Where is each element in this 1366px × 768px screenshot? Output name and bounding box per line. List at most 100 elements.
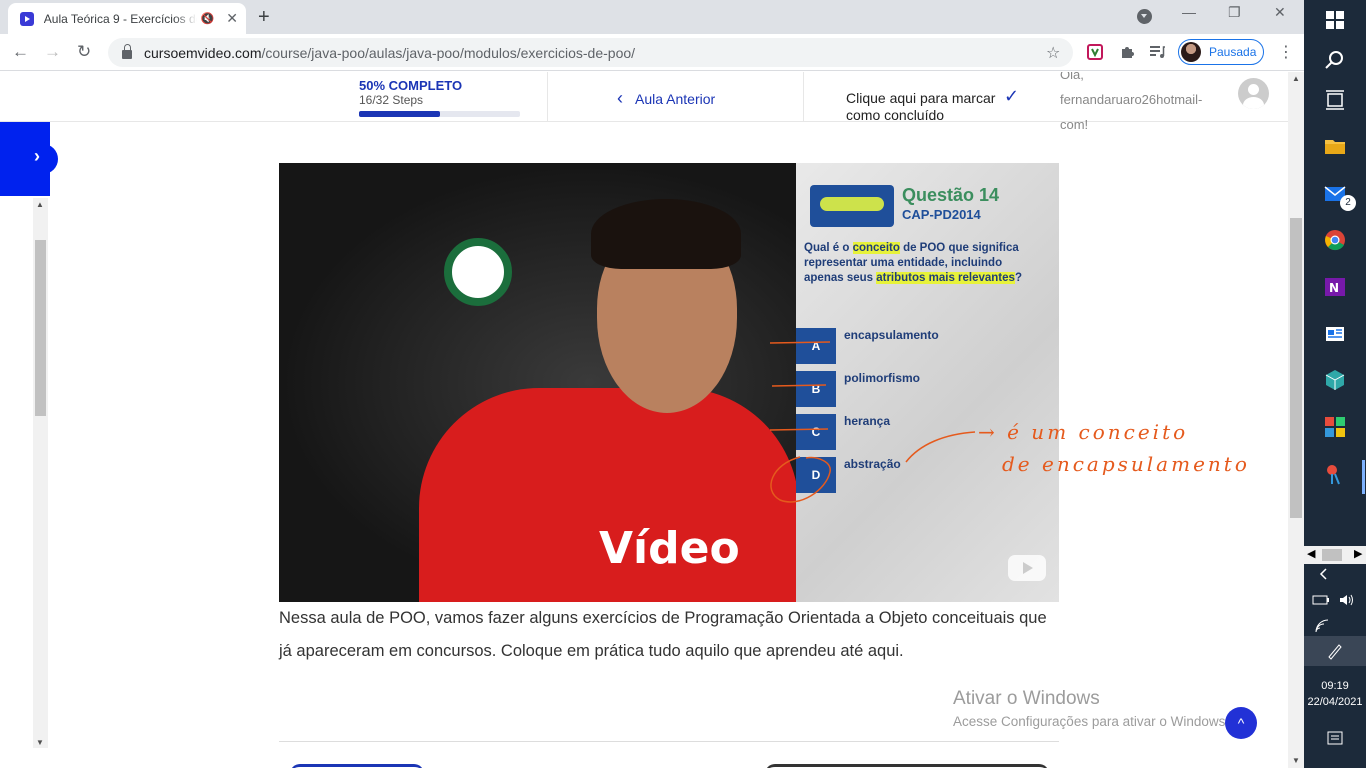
- presenter-hair: [591, 199, 741, 269]
- windows-taskbar: 2 N 09:19 22/04/2021: [1304, 0, 1366, 768]
- handwritten-note: → é um conceito de encapsulamento: [978, 416, 1250, 480]
- profile-avatar: [1181, 42, 1201, 62]
- sidebar-toggle-tab: [40, 144, 58, 174]
- user-avatar[interactable]: [1238, 78, 1269, 109]
- course-progress: 50% COMPLETO 16/32 Steps: [359, 78, 520, 117]
- youtube-logo-icon[interactable]: [1008, 555, 1046, 581]
- option-text: herança: [844, 414, 891, 428]
- windows-start-icon[interactable]: [1323, 8, 1347, 32]
- page-scrollbar[interactable]: ▲ ▼: [1288, 72, 1304, 768]
- file-explorer-icon[interactable]: [1323, 134, 1347, 158]
- answer-option: B polimorfismo: [796, 371, 1059, 407]
- url-text[interactable]: cursoemvideo.com/course/java-poo/aulas/j…: [144, 45, 635, 61]
- pen-workspace-button[interactable]: [1304, 636, 1366, 666]
- restore-button[interactable]: ❐: [1228, 4, 1241, 21]
- back-to-top-button[interactable]: ^: [1225, 707, 1257, 739]
- office-icon[interactable]: [1323, 415, 1347, 439]
- progress-steps-label: 16/32 Steps: [359, 93, 424, 107]
- battery-icon[interactable]: [1312, 592, 1330, 608]
- clock-time[interactable]: 09:19: [1304, 680, 1366, 692]
- reload-button[interactable]: ↻: [77, 42, 91, 62]
- url-path: /course/java-poo/aulas/java-poo/modulos/…: [261, 44, 636, 61]
- extension-shield-icon[interactable]: [1087, 44, 1103, 60]
- speaker-mute-icon[interactable]: 🔇: [201, 12, 215, 25]
- option-text: encapsulamento: [844, 328, 939, 342]
- progress-percent-label: 50% COMPLETO: [359, 78, 463, 93]
- option-text: polimorfismo: [844, 371, 921, 385]
- media-control-icon[interactable]: [1149, 44, 1165, 60]
- scroll-up-arrow-icon[interactable]: ▲: [1292, 74, 1300, 83]
- shirt-logo-text: Vídeo: [599, 523, 740, 574]
- sidebar-toggle-button[interactable]: ›: [0, 122, 58, 196]
- 3d-viewer-icon[interactable]: [1323, 368, 1347, 392]
- scroll-left-arrow-icon[interactable]: ◀: [1307, 547, 1315, 560]
- bottom-previous-button[interactable]: [290, 764, 424, 768]
- browser-menu-icon[interactable]: ⋮: [1278, 42, 1294, 62]
- close-window-button[interactable]: ✕: [1274, 4, 1286, 21]
- back-button[interactable]: ←: [12, 42, 29, 62]
- question-title: Questão 14: [902, 185, 1000, 205]
- scroll-down-arrow-icon[interactable]: ▼: [36, 738, 44, 747]
- tab-search-icon[interactable]: [1137, 9, 1152, 24]
- browser-tab[interactable]: Aula Teórica 9 - Exercícios de 🔇 ✕: [8, 3, 246, 34]
- wifi-icon[interactable]: [1314, 618, 1330, 634]
- web-page: 50% COMPLETO 16/32 Steps ‹ Aula Anterior…: [0, 72, 1288, 768]
- new-tab-button[interactable]: +: [258, 6, 270, 29]
- option-letter: C: [796, 414, 836, 450]
- minimize-button[interactable]: —: [1182, 4, 1196, 20]
- scroll-down-arrow-icon[interactable]: ▼: [1292, 756, 1300, 765]
- scroll-up-arrow-icon[interactable]: ▲: [36, 200, 44, 209]
- chevron-right-icon: ›: [34, 146, 40, 166]
- option-letter: D: [796, 457, 836, 493]
- bookmark-star-icon[interactable]: ☆: [1046, 43, 1060, 63]
- previous-lesson-link[interactable]: ‹ Aula Anterior: [617, 88, 715, 109]
- progress-bar: [359, 111, 520, 117]
- task-view-icon[interactable]: [1323, 88, 1347, 112]
- educando-logo: [810, 185, 894, 227]
- video-presenter-area: Vídeo: [279, 163, 799, 602]
- option-text: abstração: [844, 457, 901, 471]
- profile-status-label: Pausada: [1209, 45, 1257, 59]
- news-app-icon[interactable]: [1323, 322, 1347, 346]
- checkmark-icon[interactable]: ✓: [1004, 86, 1019, 107]
- lesson-video-player[interactable]: Vídeo Questão 14 CAP-PD2014 Qual é o con…: [279, 163, 1059, 602]
- bottom-complete-button[interactable]: [765, 764, 1049, 768]
- question-text-part: ?: [1014, 272, 1022, 284]
- highlight-attributes: atributos mais relevantes: [876, 272, 1015, 284]
- divider: [803, 72, 804, 122]
- scroll-right-arrow-icon[interactable]: ▶: [1354, 547, 1362, 560]
- onenote-icon[interactable]: N: [1323, 275, 1347, 299]
- activation-subtitle: Acesse Configurações para ativar o Windo…: [953, 714, 1230, 729]
- notification-icon[interactable]: [1326, 730, 1344, 748]
- chevron-left-icon[interactable]: [1316, 566, 1332, 582]
- scrollbar-thumb[interactable]: [1290, 218, 1302, 518]
- option-letter: B: [796, 371, 836, 407]
- mail-badge: 2: [1340, 195, 1356, 211]
- scrollbar-thumb[interactable]: [1322, 549, 1342, 561]
- horizontal-scrollbar[interactable]: ◀ ▶: [1304, 546, 1366, 564]
- search-icon[interactable]: [1323, 48, 1347, 72]
- option-letter: A: [796, 328, 836, 364]
- lock-icon[interactable]: [122, 44, 132, 59]
- site-favicon-icon: [20, 11, 34, 26]
- handwritten-note-line2: de encapsulamento: [1002, 452, 1250, 476]
- snipping-tool-icon[interactable]: [1323, 462, 1347, 486]
- url-domain: cursoemvideo.com: [144, 44, 262, 61]
- scrollbar-thumb[interactable]: [35, 240, 46, 416]
- question-source: CAP-PD2014: [902, 207, 981, 222]
- question-text: Qual é o conceito de POO que significa r…: [804, 241, 1044, 286]
- course-navigation-bar: 50% COMPLETO 16/32 Steps ‹ Aula Anterior…: [0, 72, 1288, 132]
- address-bar[interactable]: cursoemvideo.com/course/java-poo/aulas/j…: [108, 38, 1073, 67]
- question-text-part: Qual é o: [804, 242, 853, 254]
- chrome-icon[interactable]: [1323, 228, 1347, 252]
- mark-complete-button[interactable]: Clique aqui para marcar como concluído: [846, 90, 996, 120]
- tab-close-icon[interactable]: ✕: [226, 10, 238, 27]
- sidebar-scrollbar[interactable]: ▲ ▼: [33, 198, 48, 748]
- forward-button[interactable]: →: [44, 42, 61, 62]
- clock-date[interactable]: 22/04/2021: [1304, 696, 1366, 708]
- volume-icon[interactable]: [1338, 592, 1356, 608]
- extensions-puzzle-icon[interactable]: [1119, 44, 1135, 60]
- profile-button[interactable]: Pausada: [1178, 39, 1264, 65]
- browser-toolbar: ← → ↻ cursoemvideo.com/course/java-poo/a…: [0, 34, 1304, 71]
- active-app-indicator: [1362, 460, 1365, 494]
